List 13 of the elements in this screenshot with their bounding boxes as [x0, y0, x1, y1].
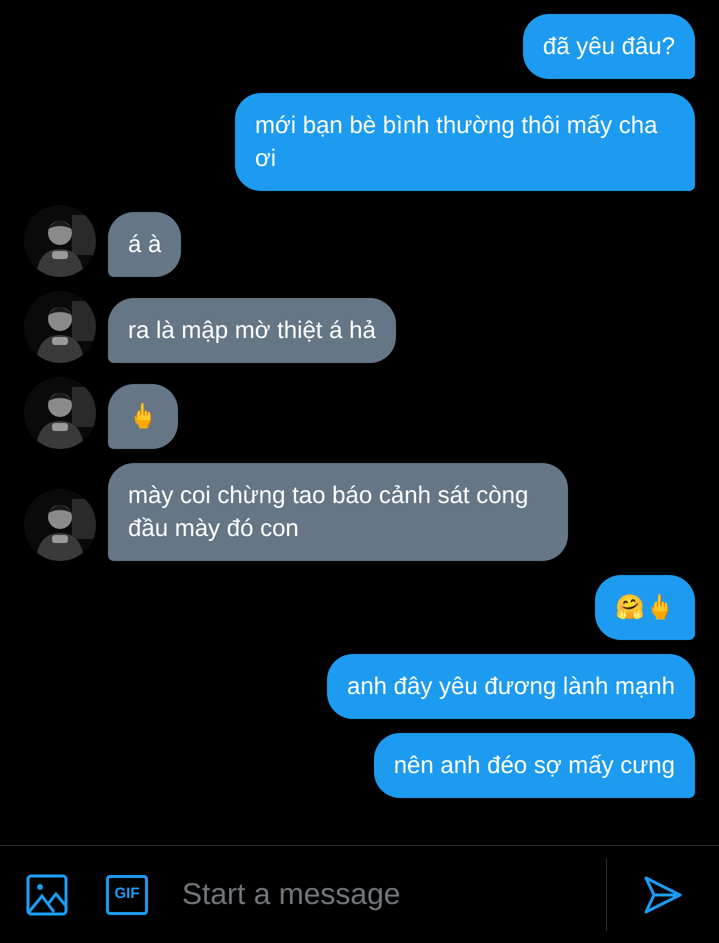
image-icon[interactable] [26, 874, 68, 916]
send-icon[interactable] [643, 874, 683, 914]
gif-button[interactable]: GIF [106, 874, 148, 914]
received-message-bubble: mày coi chừng tao báo cảnh sát còng đầu mày đó con [108, 463, 568, 561]
sent-message-bubble: đã yêu đâu? [522, 14, 695, 79]
message-input[interactable]: Start a message [182, 872, 582, 917]
received-message-bubble: á à [108, 212, 182, 277]
sent-message-bubble: nên anh đéo sợ mấy cưng [374, 733, 695, 798]
received-message-bubble: ra là mập mờ thiệt á hả [108, 298, 396, 363]
sent-message-bubble: anh đây yêu đương lành mạnh [326, 654, 695, 719]
sent-message-bubble: mới bạn bè bình thường thôi mấy cha ơi [235, 93, 695, 191]
received-message-bubble: 🖕 [108, 384, 178, 449]
sent-message-bubble: 🤗🖕 [595, 575, 695, 640]
